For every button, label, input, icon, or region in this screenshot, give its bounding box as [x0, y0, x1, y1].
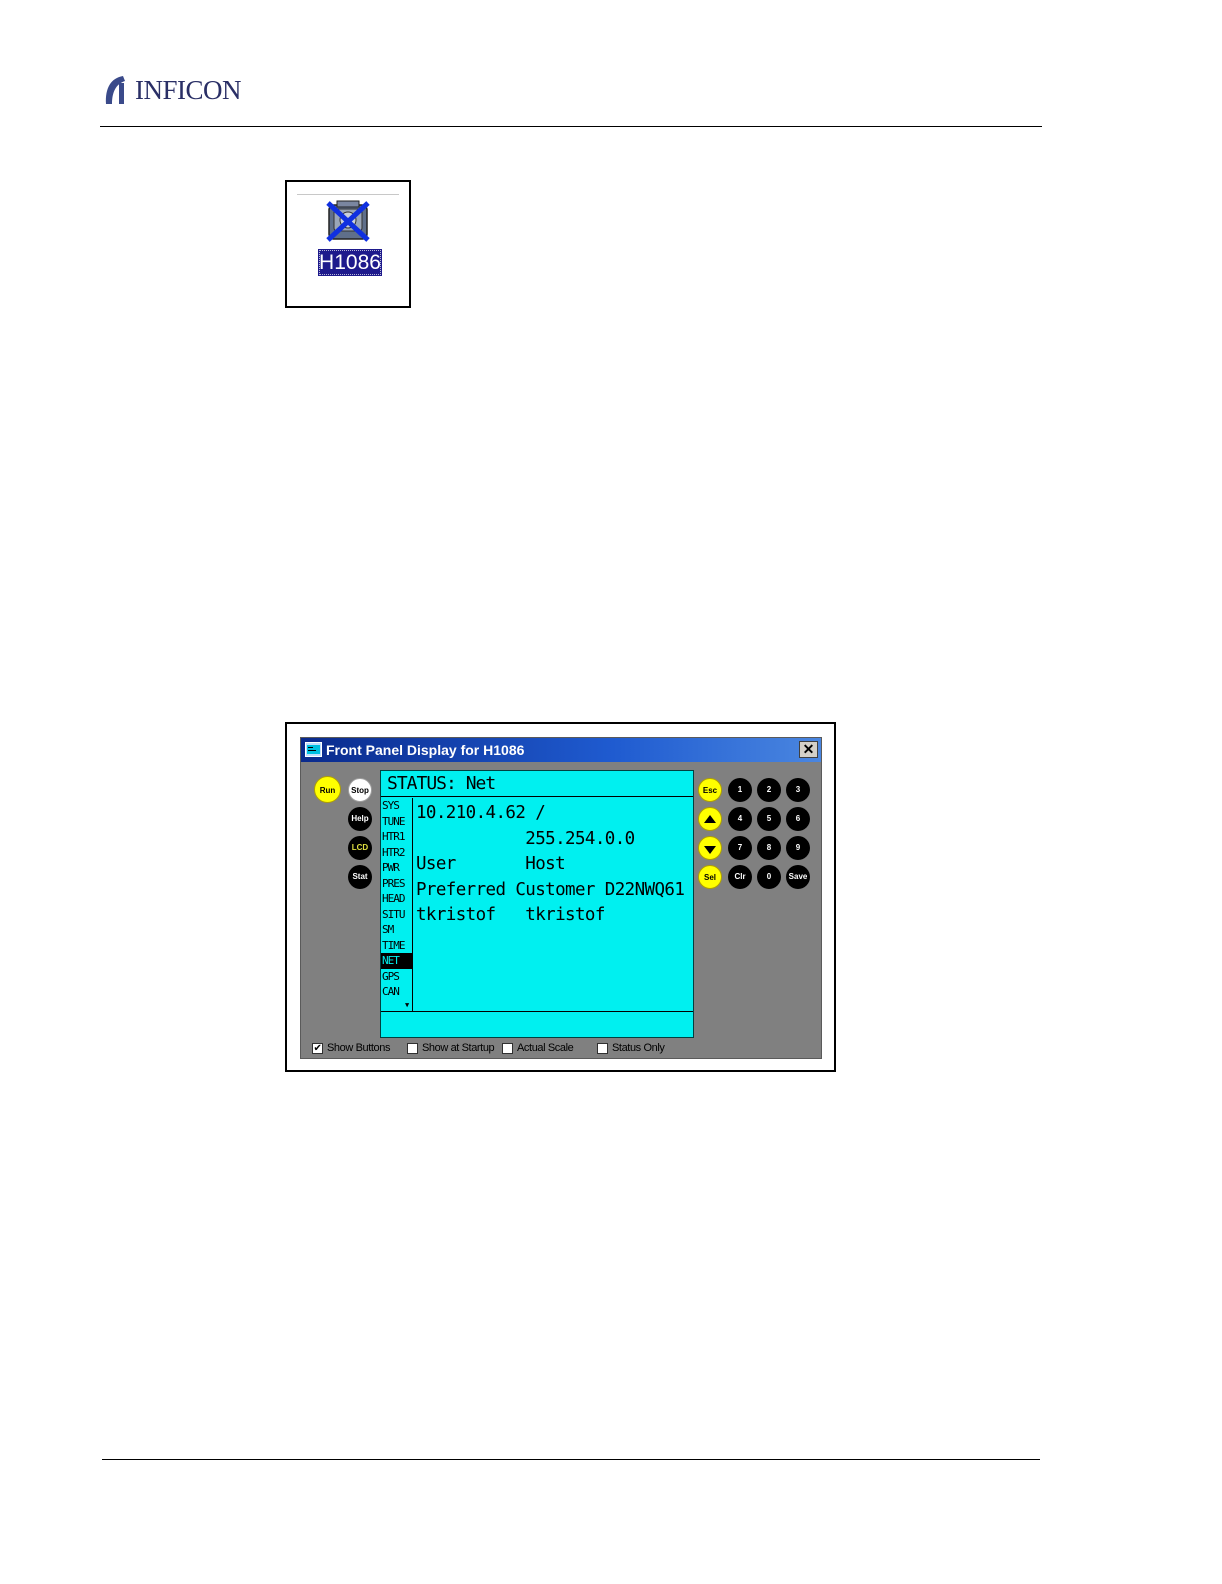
- option-label: Status Only: [612, 1042, 665, 1054]
- menu-item-pwr[interactable]: PWR: [381, 860, 412, 876]
- checkbox-icon[interactable]: [597, 1042, 608, 1054]
- checkbox-checked-icon[interactable]: ✔: [312, 1042, 323, 1054]
- up-button[interactable]: [698, 807, 722, 831]
- brand-name: INFICON: [135, 75, 242, 105]
- esc-button[interactable]: Esc: [698, 778, 722, 802]
- sel-button[interactable]: Sel: [698, 865, 722, 889]
- lcd-button-label: LCD: [351, 843, 369, 852]
- footer-rule: [102, 1459, 1040, 1460]
- help-button[interactable]: Help: [348, 807, 372, 831]
- menu-item-htr2[interactable]: HTR2: [381, 845, 412, 861]
- screen-line: User Host: [416, 854, 566, 874]
- option-label: Show at Startup: [422, 1042, 495, 1054]
- instrument-icon-figure: H1086: [285, 180, 411, 308]
- menu-item-gps[interactable]: GPS: [381, 969, 412, 985]
- screen-footer-divider: [381, 1011, 693, 1012]
- header-rule: [100, 126, 1042, 127]
- screen-line: 10.210.4.62 /: [416, 803, 546, 823]
- option-show-buttons[interactable]: ✔ Show Buttons: [312, 1040, 390, 1056]
- key-3-button[interactable]: 3: [786, 778, 810, 802]
- up-arrow-icon: [704, 815, 716, 823]
- screen-content: 10.210.4.62 / 255.254.0.0 User Host Prefer…: [416, 801, 685, 929]
- key-1-button[interactable]: 1: [728, 778, 752, 802]
- menu-item-tune[interactable]: TUNE: [381, 814, 412, 830]
- front-panel-figure: Front Panel Display for H1086 ✕ Run Stop…: [285, 722, 836, 1072]
- stat-button[interactable]: Stat: [348, 865, 372, 889]
- screen-line: 255.254.0.0: [416, 828, 635, 849]
- close-icon: ✕: [802, 741, 815, 757]
- checkbox-icon[interactable]: [502, 1042, 513, 1054]
- window-titlebar[interactable]: Front Panel Display for H1086 ✕: [301, 738, 821, 762]
- screen-line: Preferred Customer D22NWQ61: [416, 879, 685, 900]
- close-button[interactable]: ✕: [799, 741, 818, 758]
- divider: [297, 194, 399, 195]
- window-title: Front Panel Display for H1086: [326, 742, 525, 758]
- key-0-button[interactable]: 0: [757, 865, 781, 889]
- key-7-button[interactable]: 7: [728, 836, 752, 860]
- menu-scroll-down-icon[interactable]: ▼: [405, 1002, 409, 1009]
- menu-item-sm[interactable]: SM: [381, 922, 412, 938]
- option-label: Actual Scale: [517, 1042, 574, 1054]
- run-button[interactable]: Run: [314, 776, 341, 803]
- option-label: Show Buttons: [327, 1042, 391, 1054]
- front-panel-window: Front Panel Display for H1086 ✕ Run Stop…: [300, 737, 822, 1059]
- app-icon: [305, 742, 322, 757]
- menu-item-can[interactable]: CAN: [381, 984, 412, 1000]
- key-2-button[interactable]: 2: [757, 778, 781, 802]
- clr-button[interactable]: Clr: [728, 865, 752, 889]
- stop-button[interactable]: Stop: [348, 778, 372, 802]
- screen-header: STATUS: Net: [381, 771, 693, 797]
- menu-item-pres[interactable]: PRES: [381, 876, 412, 892]
- disconnected-device-icon[interactable]: [325, 199, 371, 243]
- menu-item-time[interactable]: TIME: [381, 938, 412, 954]
- screen-menu: SYS TUNE HTR1 HTR2 PWR PRES HEAD SITU SM…: [381, 798, 413, 1011]
- menu-item-sys[interactable]: SYS: [381, 798, 412, 814]
- save-button[interactable]: Save: [786, 865, 810, 889]
- option-actual-scale[interactable]: Actual Scale: [502, 1040, 574, 1056]
- lcd-button[interactable]: LCD: [348, 836, 372, 860]
- key-6-button[interactable]: 6: [786, 807, 810, 831]
- option-status-only[interactable]: Status Only: [597, 1040, 665, 1056]
- down-arrow-icon: [704, 846, 716, 854]
- menu-item-situ[interactable]: SITU: [381, 907, 412, 923]
- menu-item-head[interactable]: HEAD: [381, 891, 412, 907]
- screen-line: tkristof tkristof: [416, 905, 605, 925]
- menu-item-net[interactable]: NET: [381, 953, 412, 969]
- key-5-button[interactable]: 5: [757, 807, 781, 831]
- menu-item-htr1[interactable]: HTR1: [381, 829, 412, 845]
- key-8-button[interactable]: 8: [757, 836, 781, 860]
- key-4-button[interactable]: 4: [728, 807, 752, 831]
- key-9-button[interactable]: 9: [786, 836, 810, 860]
- lcd-screen: STATUS: Net SYS TUNE HTR1 HTR2 PWR PRES …: [380, 770, 694, 1038]
- checkbox-icon[interactable]: [407, 1042, 418, 1054]
- display-options: ✔ Show Buttons Show at Startup Actual Sc…: [312, 1040, 812, 1056]
- down-button[interactable]: [698, 836, 722, 860]
- inficon-logo: INFICON: [103, 74, 242, 106]
- device-name-label[interactable]: H1086: [318, 249, 382, 276]
- inficon-logo-mark-icon: [105, 76, 125, 104]
- option-show-at-startup[interactable]: Show at Startup: [407, 1040, 495, 1056]
